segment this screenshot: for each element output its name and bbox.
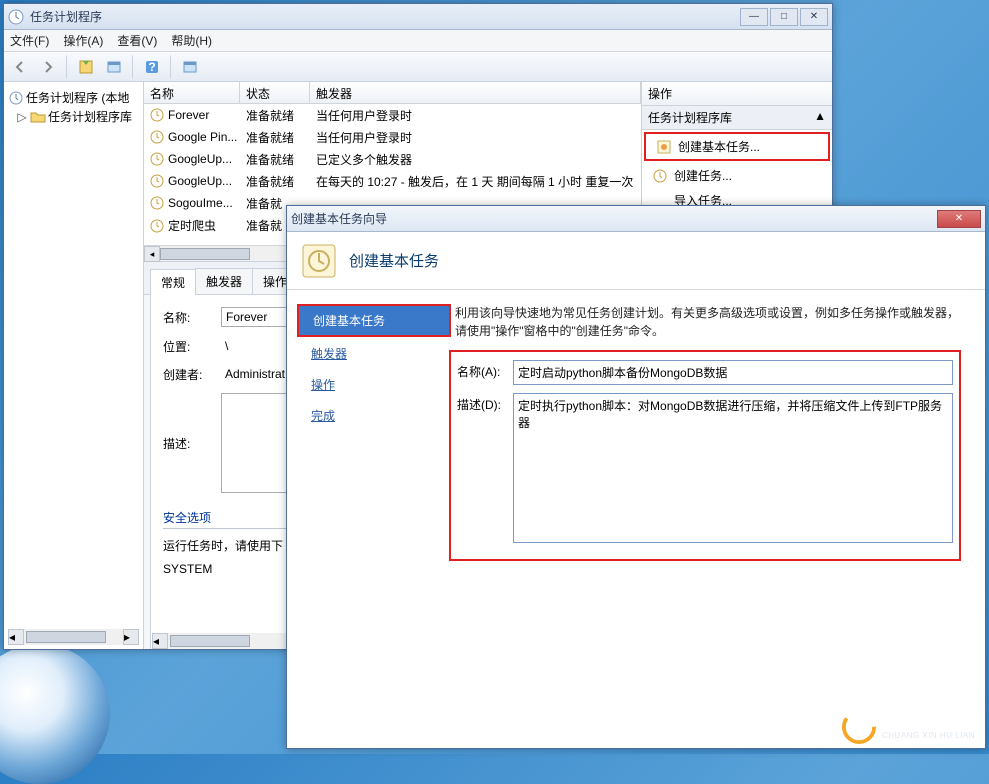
wizard-form-highlight: 名称(A): 定时启动python脚本备份MongoDB数据 描述(D): 定时…: [449, 350, 961, 561]
menu-file[interactable]: 文件(F): [10, 32, 49, 49]
forward-button[interactable]: [36, 55, 60, 79]
watermark-logo: 创新互联 CHUANG XIN HU LIAN: [842, 710, 975, 744]
step-trigger[interactable]: 触发器: [301, 339, 447, 368]
wizard-heading: 创建基本任务: [349, 250, 439, 271]
toolbar: ?: [4, 52, 832, 82]
tab-triggers[interactable]: 触发器: [195, 268, 253, 294]
wiz-name-input[interactable]: 定时启动python脚本备份MongoDB数据: [513, 360, 953, 385]
action-create-task[interactable]: 创建任务...: [642, 163, 832, 188]
app-icon: [8, 9, 24, 25]
wiz-desc-label: 描述(D):: [457, 393, 513, 543]
clock-icon: [8, 90, 24, 106]
label-desc: 描述:: [163, 435, 213, 452]
actions-group-label: 任务计划程序库: [648, 109, 732, 126]
label-author: 创建者:: [163, 366, 213, 383]
wizard-titlebar[interactable]: 创建基本任务向导 ✕: [287, 206, 985, 232]
window-title: 任务计划程序: [30, 8, 740, 25]
step-finish[interactable]: 完成: [301, 401, 447, 430]
logo-icon: [842, 710, 876, 744]
action-label: 创建任务...: [674, 167, 732, 184]
help-icon[interactable]: ?: [140, 55, 164, 79]
menu-action[interactable]: 操作(A): [63, 32, 103, 49]
back-button[interactable]: [8, 55, 32, 79]
menubar: 文件(F) 操作(A) 查看(V) 帮助(H): [4, 30, 832, 52]
collapse-icon[interactable]: ▲: [814, 109, 826, 126]
tree-root-label: 任务计划程序 (本地: [26, 89, 129, 106]
separator: [170, 55, 172, 79]
label-name: 名称:: [163, 309, 213, 326]
highlight-create-basic: 创建基本任务...: [644, 132, 830, 161]
table-row[interactable]: Forever准备就绪当任何用户登录时: [144, 104, 641, 126]
minimize-button[interactable]: —: [740, 8, 768, 26]
action-create-basic-task[interactable]: 创建基本任务...: [646, 134, 828, 159]
step-create-basic[interactable]: 创建基本任务: [297, 304, 451, 337]
wiz-name-label: 名称(A):: [457, 360, 513, 385]
tree-child[interactable]: ▷ 任务计划程序库: [8, 107, 139, 126]
table-row[interactable]: GoogleUp...准备就绪在每天的 10:27 - 触发后，在 1 天 期间…: [144, 170, 641, 192]
tree-root[interactable]: 任务计划程序 (本地: [8, 88, 139, 107]
wizard-icon: [656, 139, 672, 155]
nav-tree: 任务计划程序 (本地 ▷ 任务计划程序库 ◂▸: [4, 82, 144, 649]
task-icon: [652, 168, 668, 184]
wizard-close-button[interactable]: ✕: [937, 210, 981, 228]
toolbar-icon-3[interactable]: [178, 55, 202, 79]
wizard-content: 利用该向导快速地为常见任务创建计划。有关更多高级选项或设置，例如多任务操作或触发…: [447, 290, 985, 748]
label-loc: 位置:: [163, 338, 213, 355]
wizard-header-icon: [301, 243, 337, 279]
folder-icon: [30, 109, 46, 125]
create-basic-task-wizard: 创建基本任务向导 ✕ 创建基本任务 创建基本任务 触发器 操作 完成 利用该向导…: [286, 205, 986, 749]
separator: [132, 55, 134, 79]
logo-brand: 创新互联: [882, 716, 930, 730]
close-button[interactable]: ✕: [800, 8, 828, 26]
wizard-header: 创建基本任务: [287, 232, 985, 290]
wizard-steps: 创建基本任务 触发器 操作 完成: [287, 290, 447, 748]
svg-text:?: ?: [148, 60, 155, 74]
tree-scrollbar[interactable]: ◂▸: [8, 629, 139, 645]
maximize-button[interactable]: □: [770, 8, 798, 26]
table-row[interactable]: GoogleUp...准备就绪已定义多个触发器: [144, 148, 641, 170]
actions-header: 操作: [642, 82, 832, 106]
menu-help[interactable]: 帮助(H): [171, 32, 212, 49]
wiz-desc-textarea[interactable]: 定时执行python脚本：对MongoDB数据进行压缩，并将压缩文件上传到FTP…: [513, 393, 953, 543]
wizard-intro: 利用该向导快速地为常见任务创建计划。有关更多高级选项或设置，例如多任务操作或触发…: [455, 304, 967, 340]
separator: [66, 55, 68, 79]
tree-child-label: 任务计划程序库: [48, 108, 132, 125]
tab-general[interactable]: 常规: [150, 269, 196, 295]
col-name[interactable]: 名称: [144, 82, 240, 103]
expand-icon[interactable]: ▷: [16, 110, 28, 124]
titlebar[interactable]: 任务计划程序 — □ ✕: [4, 4, 832, 30]
col-trigger[interactable]: 触发器: [310, 82, 641, 103]
action-label: 创建基本任务...: [678, 138, 760, 155]
actions-group[interactable]: 任务计划程序库 ▲: [642, 106, 832, 130]
wizard-title: 创建基本任务向导: [291, 210, 937, 227]
start-orb-decor: [0, 644, 110, 784]
toolbar-icon-2[interactable]: [102, 55, 126, 79]
toolbar-icon-1[interactable]: [74, 55, 98, 79]
logo-sub: CHUANG XIN HU LIAN: [882, 731, 975, 740]
menu-view[interactable]: 查看(V): [117, 32, 157, 49]
table-row[interactable]: Google Pin...准备就绪当任何用户登录时: [144, 126, 641, 148]
list-header: 名称 状态 触发器: [144, 82, 641, 104]
step-action[interactable]: 操作: [301, 370, 447, 399]
col-state[interactable]: 状态: [240, 82, 310, 103]
